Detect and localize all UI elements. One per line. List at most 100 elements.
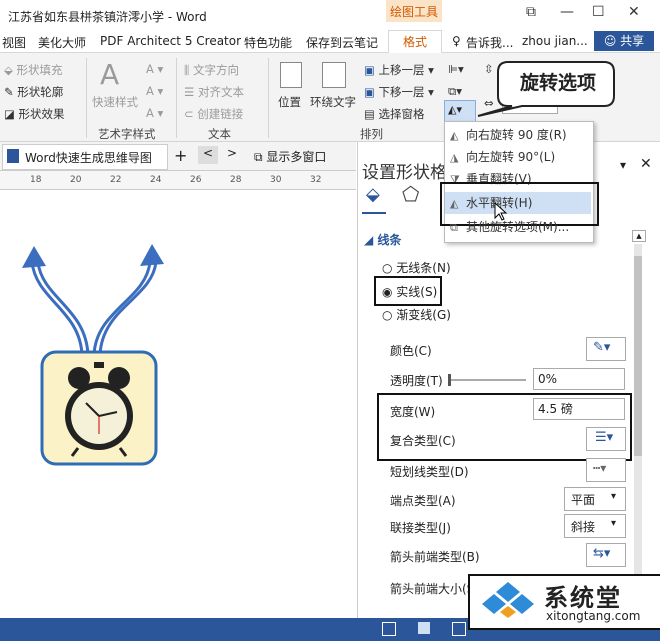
tab-view[interactable]: 视图 xyxy=(2,34,26,51)
bring-forward-button[interactable]: ▣ 上移一层 ▾ xyxy=(364,62,434,78)
read-mode-icon[interactable] xyxy=(382,622,396,636)
align-text-icon: ☰ xyxy=(184,85,198,99)
radio-gradient-line[interactable]: ○ 渐变线(G) xyxy=(382,306,451,323)
align-icon[interactable]: ⊫▾ xyxy=(448,62,464,76)
wrap-text-icon xyxy=(322,62,346,88)
dash-type-dropdown[interactable]: ┅▾ xyxy=(586,458,626,482)
wrap-text-button[interactable]: 环绕文字 xyxy=(310,94,356,110)
selection-pane-icon: ▤ xyxy=(364,107,379,121)
share-label: 共享 xyxy=(620,34,645,48)
dash-type-label: 短划线类型(D) xyxy=(390,465,469,479)
add-tab-button[interactable]: + xyxy=(174,146,187,165)
close-button[interactable]: ✕ xyxy=(628,4,640,20)
print-layout-icon[interactable] xyxy=(418,622,430,634)
user-add-icon: ☺ xyxy=(603,34,621,48)
text-fill-icon[interactable]: A ▾ xyxy=(146,62,163,76)
ruler-tick: 24 xyxy=(150,175,162,185)
text-direction-label: 文字方向 xyxy=(192,63,239,77)
radio-no-line[interactable]: ○ 无线条(N) xyxy=(382,259,451,276)
effects-pentagon-icon[interactable]: ⬠ xyxy=(402,182,419,206)
color-picker-button[interactable]: ✎▾ xyxy=(586,337,626,361)
pen-color-icon: ✎▾ xyxy=(593,340,611,355)
join-type-dropdown[interactable]: 斜接 ▾ xyxy=(564,514,626,538)
tab-format[interactable]: 格式 xyxy=(388,30,442,54)
align-text-button[interactable]: ☰ 对齐文本 xyxy=(184,84,244,100)
next-tab-button[interactable]: > xyxy=(222,146,242,164)
shape-fill-label: 形状填充 xyxy=(16,63,63,77)
watermark-logo-icon xyxy=(482,582,534,618)
transparency-slider[interactable] xyxy=(448,379,526,381)
tab-beautify[interactable]: 美化大师 xyxy=(38,34,86,51)
arrowhead-right xyxy=(140,244,164,266)
menu-item-more-rotation[interactable]: ⧉ 其他旋转选项(M)... xyxy=(450,216,569,238)
chevron-down-icon: ▾ xyxy=(611,491,617,502)
bring-forward-icon: ▣ xyxy=(364,63,379,77)
section-line-label: 线条 xyxy=(377,233,402,247)
cap-type-dropdown[interactable]: 平面 ▾ xyxy=(564,487,626,511)
quick-styles-button[interactable]: 快速样式 xyxy=(92,94,138,110)
tell-me-search[interactable]: 告诉我... xyxy=(466,34,513,51)
arrowhead-left xyxy=(22,246,46,268)
shape-effect-label: 形状效果 xyxy=(18,107,65,121)
text-outline-icon[interactable]: A ▾ xyxy=(146,84,163,98)
create-link-button[interactable]: ⊂ 创建链接 xyxy=(184,106,243,122)
compound-type-dropdown[interactable]: ☰▾ xyxy=(586,427,626,451)
tab-save-cloud[interactable]: 保存到云笔记 xyxy=(306,34,378,51)
position-icon xyxy=(280,62,302,88)
selection-pane-button[interactable]: ▤ 选择窗格 xyxy=(364,106,425,122)
menu-item-rotate-right[interactable]: ◭ 向右旋转 90 度(R) xyxy=(450,124,567,146)
section-line[interactable]: ◢ 线条 xyxy=(364,231,401,248)
user-name[interactable]: zhou jian... xyxy=(522,34,588,48)
radio-no-line-label: 无线条(N) xyxy=(396,261,451,275)
shape-outline-label: 形状轮廓 xyxy=(17,85,64,99)
chevron-down-icon: ▾ xyxy=(611,518,617,529)
pencil-icon: ✎ xyxy=(4,85,18,99)
cap-type-value: 平面 xyxy=(571,493,596,507)
line-width-input[interactable]: 4.5 磅 xyxy=(533,398,625,420)
group-label-arrange: 排列 xyxy=(360,127,383,141)
web-layout-icon[interactable] xyxy=(452,622,466,636)
group-icon[interactable]: ⧉▾ xyxy=(448,84,462,99)
tab-pdf-architect[interactable]: PDF Architect 5 Creator xyxy=(100,34,241,48)
menu-item-rotate-left[interactable]: ◮ 向左旋转 90°(L) xyxy=(450,146,555,168)
line-width-value: 4.5 磅 xyxy=(538,402,573,416)
ruler-tick: 26 xyxy=(190,175,202,185)
radio-empty-icon: ○ xyxy=(382,308,397,322)
document-drawing xyxy=(22,244,164,466)
shape-effect-icon: ◪ xyxy=(4,107,19,121)
callout-text: 旋转选项 xyxy=(520,72,597,94)
cap-type-label: 端点类型(A) xyxy=(390,494,456,508)
scroll-up-button[interactable]: ▲ xyxy=(632,230,646,242)
minimize-button[interactable]: — xyxy=(560,4,574,20)
ruler-tick: 28 xyxy=(230,175,242,185)
arrows-icon: ⇆▾ xyxy=(593,546,611,561)
shape-fill-button[interactable]: ⬙ 形状填充 xyxy=(4,62,63,78)
restore-ribbon-icon[interactable]: ⧉ xyxy=(526,4,536,20)
tab-special[interactable]: 特色功能 xyxy=(244,34,292,51)
fill-line-icon[interactable]: ⬙ xyxy=(366,184,380,205)
shape-outline-button[interactable]: ✎ 形状轮廓 xyxy=(4,84,63,100)
prev-tab-button[interactable]: < xyxy=(198,146,218,164)
ribbon-separator xyxy=(268,58,269,138)
watermark-url: xitongtang.com xyxy=(546,609,641,623)
menu-item-label: 向左旋转 90°(L) xyxy=(466,150,556,164)
lightbulb-icon: ♀ xyxy=(452,34,461,48)
maximize-button[interactable]: ☐ xyxy=(592,4,605,20)
position-button[interactable]: 位置 xyxy=(278,94,301,110)
pane-close-icon[interactable]: ✕ xyxy=(640,156,652,172)
document-tab[interactable]: Word快速生成思维导图 xyxy=(2,144,168,170)
ruler-tick: 30 xyxy=(270,175,282,185)
begin-arrow-type-dropdown[interactable]: ⇆▾ xyxy=(586,543,626,567)
transparency-input[interactable]: 0% xyxy=(533,368,625,390)
shape-effect-button[interactable]: ◪ 形状效果 xyxy=(4,106,65,122)
share-button[interactable]: ☺ 共享 xyxy=(594,31,654,51)
send-backward-button[interactable]: ▣ 下移一层 ▾ xyxy=(364,84,434,100)
width-label: 宽度(W) xyxy=(390,405,436,419)
text-direction-button[interactable]: ⫼ 文字方向 xyxy=(184,62,239,78)
pane-options-icon[interactable]: ▾ xyxy=(620,158,626,172)
scrollbar-thumb[interactable] xyxy=(634,256,642,456)
transparency-slider-thumb[interactable] xyxy=(448,374,451,386)
transparency-value: 0% xyxy=(538,372,558,386)
multi-window-button[interactable]: ⧉ 显示多窗口 xyxy=(254,148,326,165)
text-effect-icon[interactable]: A ▾ xyxy=(146,106,163,120)
